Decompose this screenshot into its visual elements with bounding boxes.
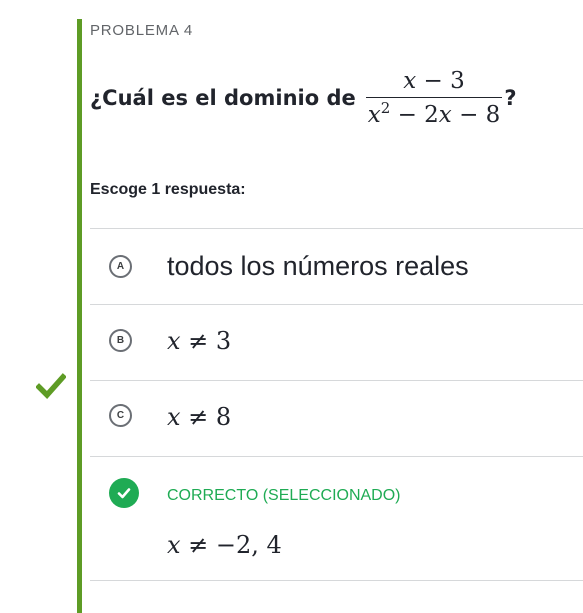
choice-d-math: x ≠ −2, 4 — [167, 531, 282, 559]
accent-bar — [77, 19, 82, 613]
check-circle-icon — [109, 478, 139, 508]
fraction-expression: x − 3 x2 − 2x − 8 — [365, 67, 503, 130]
choice-a[interactable]: A todos los números reales — [90, 229, 583, 304]
checkmark-icon — [36, 373, 66, 399]
divider — [90, 580, 583, 581]
choice-d[interactable]: CORRECTO (SELECCIONADO) x ≠ −2, 4 — [90, 457, 583, 580]
fraction: x − 3 x2 − 2x − 8 — [365, 67, 503, 130]
question-text: ¿Cuál es el dominio de — [90, 86, 356, 110]
fraction-numerator: x − 3 — [403, 67, 465, 94]
fraction-denominator: x2 − 2x − 8 — [367, 99, 501, 129]
problem-panel: PROBLEMA 4 ¿Cuál es el dominio de x − 3 … — [90, 0, 583, 613]
choice-letter-a: A — [109, 255, 132, 278]
choice-b-math: x ≠ 3 — [167, 327, 232, 355]
choice-letter-c: C — [109, 404, 132, 427]
correct-selected-label: CORRECTO (SELECCIONADO) — [167, 487, 401, 504]
choice-a-text: todos los números reales — [167, 251, 469, 281]
choice-letter-b: B — [109, 329, 132, 352]
question: ¿Cuál es el dominio de x − 3 x2 − 2x − 8… — [90, 62, 517, 134]
choice-c[interactable]: C x ≠ 8 — [90, 381, 583, 456]
choice-b[interactable]: B x ≠ 3 — [90, 305, 583, 380]
choice-c-math: x ≠ 8 — [167, 403, 232, 431]
problem-label: PROBLEMA 4 — [90, 22, 194, 39]
answer-prompt: Escoge 1 respuesta: — [90, 181, 246, 198]
question-mark: ? — [504, 86, 517, 110]
